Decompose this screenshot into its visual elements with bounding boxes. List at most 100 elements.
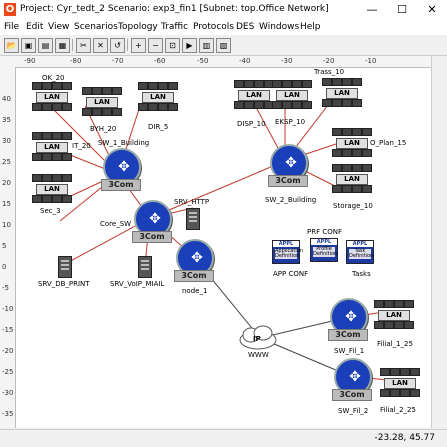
zoom-out-icon[interactable]: − [148,38,163,53]
pc-icon [332,99,342,107]
router-node[interactable]: ✥ 3Com [268,144,308,187]
pc-icon [374,321,384,329]
node-label: DISP_10 [237,120,266,128]
save-icon[interactable]: ▣ [21,38,36,53]
pc-icon [234,80,244,88]
pc-icon [62,153,72,161]
router-node[interactable]: ✥ 3Com [174,239,214,282]
pc-icon [362,185,372,193]
pc-icon [52,195,62,203]
close-button[interactable]: ✕ [417,0,447,20]
appl-banner: APPL [273,241,299,247]
pc-icon [342,78,352,86]
menu-edit[interactable]: Edit [26,22,43,32]
lan-node[interactable]: LAN [270,80,312,110]
open-folder-icon[interactable]: 📂 [4,38,19,53]
menu-file[interactable]: File [4,22,19,32]
pc-icon [272,101,282,109]
view-results-icon[interactable]: ▥ [199,38,214,53]
node-label: Filial_1_25 [377,340,413,348]
node-label: SW_Fil_1 [334,347,365,355]
lan-box: LAN [36,92,68,103]
menu-windows[interactable]: Windows [259,22,299,32]
ip-cloud-node[interactable]: IP [238,324,278,350]
menu-topology[interactable]: Topology [118,22,158,32]
node-label: SW_2_Building [265,196,317,204]
menu-bar: File Edit View Scenarios Topology Traffi… [0,20,447,35]
pc-icon [42,195,52,203]
lan-node[interactable]: LAN [320,78,362,108]
node-label: DIR_5 [148,123,169,131]
router-brand: 3Com [332,389,372,401]
fail-node-icon[interactable]: ✕ [93,38,108,53]
router-node[interactable]: ✥ 3Com [332,358,372,401]
lan-node[interactable]: LAN [378,368,420,398]
lan-node[interactable]: LAN [80,87,122,117]
menu-protocols[interactable]: Protocols [193,22,234,32]
pc-icon [292,101,302,109]
hide-graphs-icon[interactable]: ▧ [216,38,231,53]
pc-icon [400,368,410,376]
app-icon: O [4,3,16,16]
lan-box: LAN [336,138,368,149]
print-icon[interactable]: ▤ [38,38,53,53]
router-node[interactable]: ✥ 3Com [132,200,172,243]
lan-box: LAN [36,142,68,153]
pc-icon [394,300,404,308]
pc-icon [362,164,372,172]
configure-run-icon[interactable]: ▶ [182,38,197,53]
window-title: Project: Cyr_tedt_2 Scenario: exp3_fin1 … [20,4,329,14]
menu-scenarios[interactable]: Scenarios [74,22,118,32]
router-node[interactable]: ✥ 3Com [101,148,141,191]
node-label: Sec_3 [40,207,61,215]
zoom-in-icon[interactable]: + [131,38,146,53]
vertical-scrollbar[interactable] [431,56,447,428]
menu-des[interactable]: DES [236,22,254,32]
lan-box: LAN [142,92,174,103]
task-definition-node[interactable]: APPL Task Definition [346,240,374,264]
lan-node[interactable]: LAN [30,82,72,112]
profile-def-label: Profile Definition [313,246,338,257]
router-arrows-icon: ✥ [349,369,361,385]
maximize-button[interactable]: ☐ [387,0,417,20]
lan-node[interactable]: LAN [30,132,72,162]
pc-icon [362,149,372,157]
lan-node[interactable]: LAN [330,164,372,194]
menu-help[interactable]: Help [300,22,321,32]
cloud-icon: IP [239,325,277,350]
zoom-fit-icon[interactable]: ⊡ [165,38,180,53]
pc-icon [158,82,168,90]
status-bar: -23.28, 45.77 [0,429,447,447]
task-def-label: Task Definition [349,248,374,259]
pc-icon [254,101,264,109]
node-label: SRV_VoIP_MIAIL [110,280,165,288]
lock-icon[interactable]: ▦ [55,38,70,53]
server-node[interactable] [186,208,200,230]
pc-icon [82,108,92,116]
lan-box: LAN [326,88,358,99]
server-node[interactable] [58,256,72,278]
menu-view[interactable]: View [48,22,69,32]
link[interactable] [149,160,286,219]
router-arrows-icon: ✥ [149,211,161,227]
lan-node[interactable]: LAN [30,174,72,204]
application-definition-node[interactable]: APPL Application Definition [272,240,303,264]
profile-definition-node[interactable]: APPL Profile Definition [310,238,338,262]
lan-node[interactable]: LAN [232,80,274,110]
pc-icon [158,103,168,111]
cut-icon[interactable]: ✂ [76,38,91,53]
lan-box: LAN [238,90,270,101]
appl-banner: APPL [347,241,373,247]
recover-node-icon[interactable]: ↺ [110,38,125,53]
server-node[interactable] [138,256,152,278]
cursor-coordinates: -23.28, 45.77 [374,433,436,443]
lan-node[interactable]: LAN [372,300,414,330]
menu-traffic[interactable]: Traffic [161,22,188,32]
lan-node[interactable]: LAN [136,82,178,112]
lan-node[interactable]: LAN [330,128,372,158]
minimize-button[interactable]: — [357,0,387,20]
network-canvas[interactable]: -90 -80 -70 -60 -50 -40 -30 -20 -10 40 3… [0,56,447,428]
router-node[interactable]: ✥ 3Com [328,298,368,341]
pc-icon [410,389,420,397]
node-label: Core_SW [100,220,132,228]
